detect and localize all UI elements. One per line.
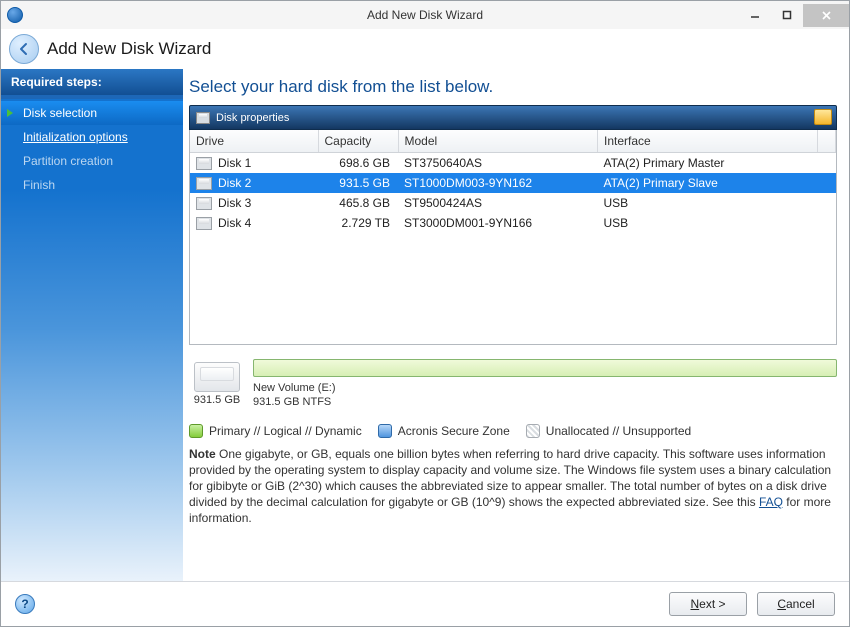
cancel-mnemonic: C [777,597,786,611]
col-capacity[interactable]: Capacity [318,130,398,153]
col-spacer [818,130,836,153]
back-button[interactable] [9,34,39,64]
legend-label: Acronis Secure Zone [398,424,510,438]
disk-row[interactable]: Disk 4 2.729 TB ST3000DM001-9YN166 USB [190,213,836,233]
drive-capacity: 698.6 GB [318,153,398,174]
faq-link[interactable]: FAQ [759,495,783,509]
volume-preview: 931.5 GB New Volume (E:) 931.5 GB NTFS [189,359,837,410]
col-interface[interactable]: Interface [598,130,818,153]
volume-disk-icon-area: 931.5 GB [189,359,245,410]
sidebar-steps: Disk selection Initialization options Pa… [1,95,183,203]
sidebar-step-label: Initialization options [23,130,128,144]
disk-graphic-icon [194,362,240,392]
drive-model: ST3750640AS [398,153,598,174]
drive-icon [196,217,212,230]
legend-label: Unallocated // Unsupported [546,424,691,438]
note-bold: Note [189,447,216,461]
sidebar-step-label: Partition creation [23,154,113,168]
disk-properties-icon [196,112,210,124]
sidebar-step-initialization-options[interactable]: Initialization options [1,125,183,149]
wizard-header: Add New Disk Wizard [1,29,849,69]
wizard-window: Add New Disk Wizard Add New Disk Wizard … [0,0,850,627]
window-title: Add New Disk Wizard [1,8,849,22]
drive-model: ST1000DM003-9YN162 [398,173,598,193]
next-rest: ext > [699,597,725,611]
drive-capacity: 2.729 TB [318,213,398,233]
legend-swatch-hatch [526,424,540,438]
legend-acronis: Acronis Secure Zone [378,424,510,438]
note-text: Note One gigabyte, or GB, equals one bil… [189,446,837,527]
legend: Primary // Logical // Dynamic Acronis Se… [189,424,837,438]
drive-capacity: 465.8 GB [318,193,398,213]
disk-row[interactable]: Disk 1 698.6 GB ST3750640AS ATA(2) Prima… [190,153,836,174]
sidebar-step-partition-creation: Partition creation [1,149,183,173]
disk-list[interactable]: Drive Capacity Model Interface Disk 1 69… [189,130,837,345]
disk-row[interactable]: Disk 3 465.8 GB ST9500424AS USB [190,193,836,213]
disk-row[interactable]: Disk 2 931.5 GB ST1000DM003-9YN162 ATA(2… [190,173,836,193]
titlebar: Add New Disk Wizard [1,1,849,29]
drive-name: Disk 4 [218,216,251,230]
cancel-button[interactable]: Cancel [757,592,835,616]
cancel-rest: ancel [786,597,815,611]
legend-primary: Primary // Logical // Dynamic [189,424,362,438]
note-part1: One gigabyte, or GB, equals one billion … [189,447,831,510]
drive-model: ST3000DM001-9YN166 [398,213,598,233]
page-heading: Select your hard disk from the list belo… [189,77,837,97]
drive-interface: ATA(2) Primary Master [598,153,818,174]
disk-columns-button[interactable] [814,109,832,125]
volume-detail: 931.5 GB NTFS [253,395,837,409]
sidebar-step-label: Disk selection [23,106,97,120]
disk-list-header-row: Drive Capacity Model Interface [190,130,836,153]
legend-unallocated: Unallocated // Unsupported [526,424,691,438]
col-drive[interactable]: Drive [190,130,318,153]
volume-name: New Volume (E:) [253,381,837,395]
disk-properties-label: Disk properties [216,112,289,124]
sidebar: Required steps: Disk selection Initializ… [1,69,183,581]
drive-interface: USB [598,193,818,213]
drive-name: Disk 1 [218,156,251,170]
legend-swatch-green [189,424,203,438]
sidebar-step-disk-selection[interactable]: Disk selection [1,101,183,125]
drive-name: Disk 2 [218,176,251,190]
drive-icon [196,197,212,210]
sidebar-header: Required steps: [1,69,183,95]
drive-icon [196,157,212,170]
wizard-body: Required steps: Disk selection Initializ… [1,69,849,581]
next-button[interactable]: Next > [669,592,747,616]
volume-bar[interactable] [253,359,837,377]
help-button[interactable]: ? [15,594,35,614]
drive-icon [196,177,212,190]
drive-capacity: 931.5 GB [318,173,398,193]
sidebar-step-finish: Finish [1,173,183,197]
drive-interface: ATA(2) Primary Slave [598,173,818,193]
next-mnemonic: N [690,597,699,611]
main-panel: Select your hard disk from the list belo… [183,69,849,581]
disk-properties-bar: Disk properties [189,105,837,130]
footer: ? Next > Cancel [1,581,849,626]
legend-swatch-blue [378,424,392,438]
drive-model: ST9500424AS [398,193,598,213]
drive-name: Disk 3 [218,196,251,210]
drive-interface: USB [598,213,818,233]
legend-label: Primary // Logical // Dynamic [209,424,362,438]
wizard-title: Add New Disk Wizard [47,39,211,59]
volume-total-size: 931.5 GB [194,394,240,406]
col-model[interactable]: Model [398,130,598,153]
sidebar-step-label: Finish [23,178,55,192]
